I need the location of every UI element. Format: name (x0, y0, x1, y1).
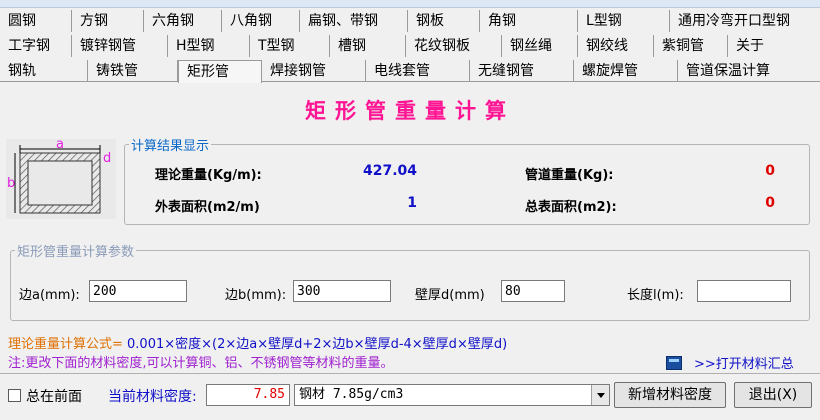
wall-thickness-label: 壁厚d(mm) (415, 288, 485, 303)
diagram-label-b: b (7, 176, 15, 191)
tab-i-beam[interactable]: 工字钢 (0, 35, 72, 57)
tab-seamless-pipe[interactable]: 无缝钢管 (470, 60, 574, 82)
density-label: 当前材料密度: (108, 389, 197, 405)
tab-round-steel[interactable]: 圆钢 (0, 10, 72, 32)
tab-h-steel[interactable]: H型钢 (168, 35, 250, 57)
length-input[interactable] (697, 280, 791, 302)
tab-l-steel[interactable]: L型钢 (578, 10, 670, 32)
params-group-title: 矩形管重量计算参数 (17, 245, 135, 260)
tab-octagon-steel[interactable]: 八角钢 (222, 10, 300, 32)
always-on-top-label: 总在前面 (26, 389, 82, 405)
theoretical-weight-value: 427.04 (362, 163, 417, 179)
tab-row-1: 圆钢 方钢 六角钢 八角钢 扁钢、带钢 钢板 角钢 L型钢 通用冷弯开口型钢 (0, 10, 820, 32)
density-note: 注:更改下面的材料密度,可以计算铜、铝、不锈钢管等材料的重量。 (8, 356, 394, 371)
page-title: 矩形管重量计算 (305, 98, 515, 123)
outer-area-label: 外表面积(m2/m) (155, 200, 260, 215)
tab-flat-steel[interactable]: 扁钢、带钢 (300, 10, 408, 32)
tab-rail[interactable]: 钢轨 (0, 60, 88, 82)
tab-copper-pipe[interactable]: 紫铜管 (654, 35, 728, 57)
tab-cast-iron-pipe[interactable]: 铸铁管 (88, 60, 178, 82)
theoretical-weight-label: 理论重量(Kg/m): (155, 168, 262, 183)
params-group: 矩形管重量计算参数 边a(mm): 边b(mm): 壁厚d(mm) 长度l(m)… (10, 241, 810, 321)
tab-square-steel[interactable]: 方钢 (72, 10, 144, 32)
pipe-weight-label: 管道重量(Kg): (525, 168, 614, 183)
bottom-bar: 总在前面 当前材料密度: 7.85 钢材 7.85g/cm3 新增材料密度 退出… (0, 373, 820, 420)
rectangular-pipe-panel: 矩形管重量计算 a b d 计算结果显示 理论重量(Kg/m): 427.04 … (0, 83, 820, 420)
wall-thickness-input[interactable] (501, 280, 565, 302)
tab-galvanized-pipe[interactable]: 镀锌钢管 (72, 35, 168, 57)
tab-conduit[interactable]: 电线套管 (366, 60, 470, 82)
tab-row-3: 钢轨 铸铁管 矩形管 焊接钢管 电线套管 无缝钢管 螺旋焊管 管道保温计算 (0, 60, 820, 83)
tab-t-steel[interactable]: T型钢 (250, 35, 330, 57)
tab-about[interactable]: 关于 (728, 35, 818, 57)
add-density-button[interactable]: 新增材料密度 (614, 382, 726, 408)
outer-area-value: 1 (407, 195, 417, 211)
results-group: 计算结果显示 理论重量(Kg/m): 427.04 管道重量(Kg): 0 外表… (124, 135, 810, 225)
material-select-value: 钢材 7.85g/cm3 (299, 387, 404, 402)
side-a-label: 边a(mm): (19, 288, 80, 303)
tab-spiral-welded-pipe[interactable]: 螺旋焊管 (574, 60, 678, 82)
side-b-label: 边b(mm): (225, 288, 287, 303)
open-material-summary-label: >>打开材料汇总 (694, 357, 794, 372)
tab-pipe-insulation[interactable]: 管道保温计算 (678, 60, 820, 82)
open-material-summary-link[interactable]: >>打开材料汇总 (666, 353, 794, 372)
calculator-icon (666, 355, 682, 370)
formula-expression: 0.001×密度×(2×边a×壁厚d+2×边b×壁厚d-4×壁厚d×壁厚d) (127, 337, 508, 352)
tab-checkered-plate[interactable]: 花纹钢板 (406, 35, 502, 57)
tab-channel-steel[interactable]: 槽钢 (330, 35, 406, 57)
exit-button[interactable]: 退出(X) (734, 382, 812, 408)
formula-prefix: 理论重量计算公式= (8, 337, 128, 352)
tab-hexagon-steel[interactable]: 六角钢 (144, 10, 222, 32)
tab-rectangular-pipe[interactable]: 矩形管 (178, 60, 262, 83)
tab-welded-pipe[interactable]: 焊接钢管 (262, 60, 366, 82)
side-a-input[interactable] (89, 280, 187, 302)
density-input[interactable]: 7.85 (206, 384, 290, 406)
pipe-weight-value: 0 (765, 163, 775, 179)
tab-steel-plate[interactable]: 钢板 (408, 10, 480, 32)
tab-row-2: 工字钢 镀锌钢管 H型钢 T型钢 槽钢 花纹钢板 钢丝绳 钢绞线 紫铜管 关于 (0, 35, 820, 57)
tab-angle-steel[interactable]: 角钢 (480, 10, 578, 32)
diagram-label-d: d (103, 151, 111, 166)
material-select[interactable]: 钢材 7.85g/cm3 (294, 384, 610, 406)
rectangular-pipe-diagram: a b d (6, 139, 116, 219)
chevron-down-icon[interactable] (591, 385, 609, 405)
tab-cold-bent-steel[interactable]: 通用冷弯开口型钢 (670, 10, 820, 32)
diagram-label-a: a (56, 139, 64, 152)
tab-wire-rope[interactable]: 钢丝绳 (502, 35, 578, 57)
tab-strand[interactable]: 钢绞线 (578, 35, 654, 57)
length-label: 长度l(m): (627, 288, 684, 303)
formula-line: 理论重量计算公式= 0.001×密度×(2×边a×壁厚d+2×边b×壁厚d-4×… (8, 333, 507, 352)
title-bar (0, 0, 820, 8)
total-area-value: 0 (765, 195, 775, 211)
side-b-input[interactable] (293, 280, 391, 302)
results-group-title: 计算结果显示 (131, 139, 210, 154)
total-area-label: 总表面积(m2): (525, 200, 617, 215)
always-on-top-checkbox[interactable] (8, 389, 21, 402)
